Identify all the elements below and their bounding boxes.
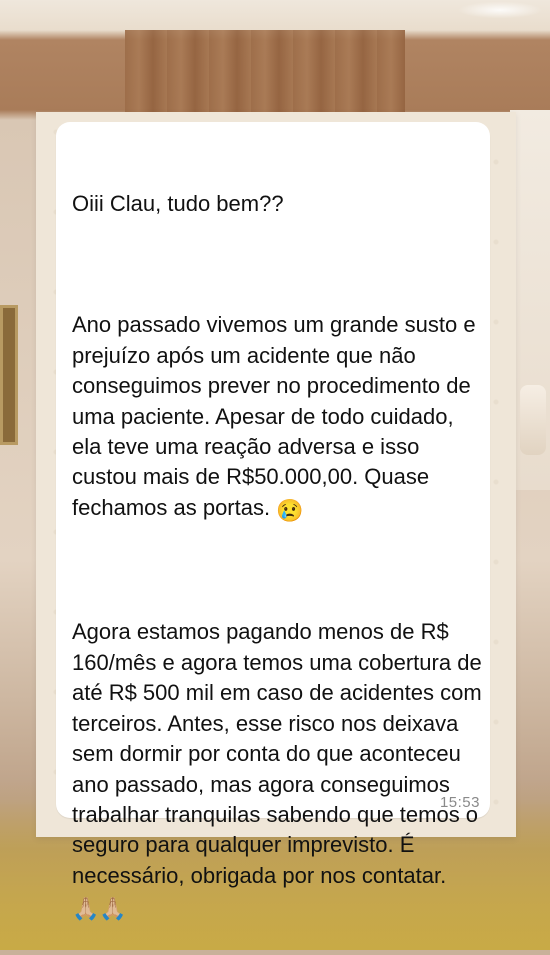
folded-hands-emoji-icon: 🙏🏼🙏🏼 [72, 896, 127, 922]
crying-face-emoji-icon: 😢 [276, 497, 304, 523]
message-paragraph-story: Ano passado vivemos um grande susto e pr… [72, 310, 487, 526]
background-vase [520, 385, 546, 455]
message-paragraph-coverage: Agora estamos pagando menos de R$ 160/mê… [72, 617, 487, 924]
background-wood-panel [125, 30, 405, 120]
message-timestamp: 15:53 [439, 794, 480, 811]
message-text: Oiii Clau, tudo bem?? Ano passado vivemo… [72, 128, 487, 955]
background-picture-frame [0, 305, 18, 445]
message-paragraph-greeting: Oiii Clau, tudo bem?? [72, 190, 284, 216]
